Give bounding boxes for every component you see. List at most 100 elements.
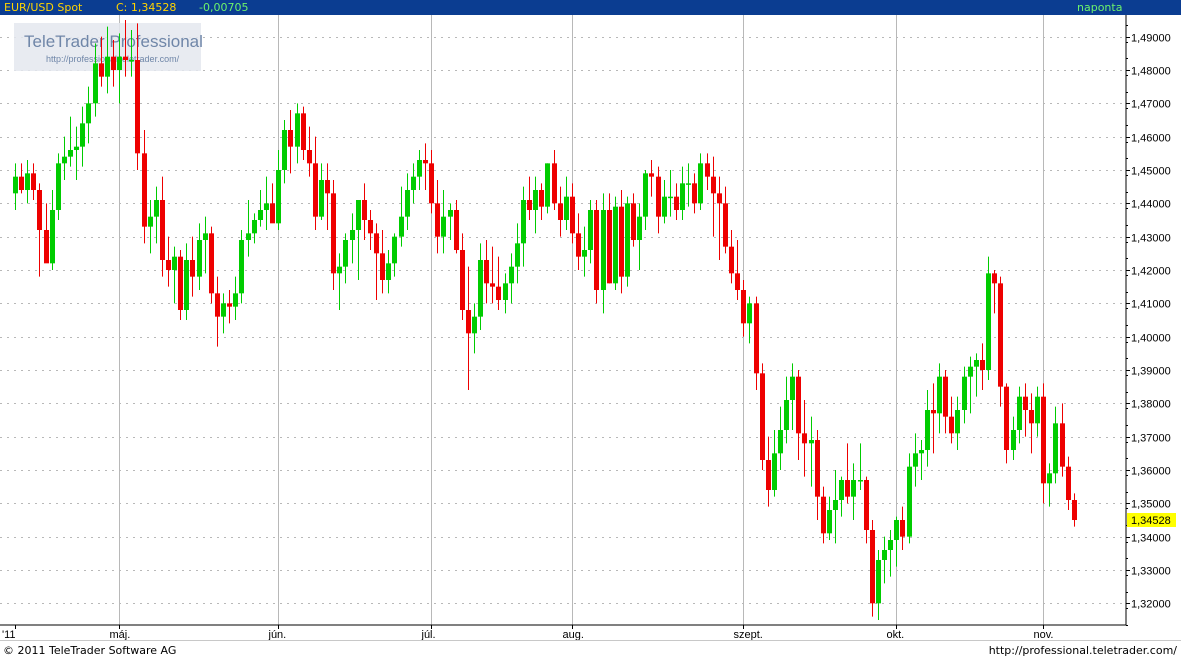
- last-price-label: 1,34528: [1131, 515, 1171, 527]
- x-tick-label: nov.: [1034, 629, 1054, 640]
- candle-body: [882, 550, 887, 560]
- candle-body: [625, 203, 630, 277]
- candle-body: [123, 56, 128, 60]
- candle-body: [545, 163, 550, 207]
- candle-body: [454, 210, 459, 250]
- candle-body: [717, 193, 722, 204]
- candle-body: [1023, 396, 1028, 410]
- candle-body: [613, 206, 618, 284]
- candle-body: [392, 236, 397, 264]
- candle-body: [142, 153, 147, 227]
- candle-body: [319, 180, 324, 217]
- candle-body: [931, 410, 936, 414]
- candle-body: [937, 376, 942, 414]
- y-tick-label: 1,43000: [1131, 233, 1171, 245]
- candle-body: [711, 176, 716, 194]
- candle-body: [417, 160, 422, 177]
- candle-body: [723, 203, 728, 247]
- candle-body: [343, 240, 348, 267]
- candle-body: [1041, 396, 1046, 484]
- candle-body: [949, 416, 954, 434]
- candle-body: [111, 56, 116, 70]
- candle-body: [998, 283, 1003, 387]
- candle-body: [307, 150, 312, 164]
- candle-body: [374, 233, 379, 254]
- candle-body: [117, 56, 122, 70]
- candle-body: [350, 230, 355, 240]
- candle-body: [197, 240, 202, 277]
- candle-body: [619, 206, 624, 277]
- candle-body: [227, 303, 232, 307]
- candle-body: [539, 190, 544, 207]
- candle-body: [148, 216, 153, 227]
- candle-body: [980, 360, 985, 370]
- x-tick-label: okt.: [887, 629, 905, 640]
- y-axis: 1,32000 1,33000 1,34000 1,35000 1,36000 1,370…: [1126, 25, 1171, 626]
- candle-body: [631, 203, 636, 240]
- candle-body: [509, 266, 514, 284]
- x-tick-label: jún.: [268, 629, 287, 640]
- candle-body: [503, 283, 508, 300]
- candle-body: [282, 130, 287, 170]
- candle-body: [968, 366, 973, 377]
- candle-body: [564, 196, 569, 220]
- candle-body: [974, 360, 979, 367]
- y-tick-label: 1,49000: [1131, 33, 1171, 45]
- y-tick-label: 1,46000: [1131, 133, 1171, 145]
- candle-body: [1072, 500, 1077, 520]
- candle-body: [301, 113, 306, 150]
- candle-body: [37, 190, 42, 230]
- x-tick-label: júl.: [421, 629, 436, 640]
- candle-body: [692, 183, 697, 204]
- candle-body: [172, 256, 177, 270]
- candle-body: [747, 303, 752, 324]
- website-link[interactable]: http://professional.teletrader.com/: [989, 644, 1177, 657]
- candle-body: [533, 190, 538, 210]
- candle-body: [986, 273, 991, 370]
- candle-body: [423, 160, 428, 164]
- candle-body: [594, 210, 599, 290]
- price-chart[interactable]: TeleTrader Professional http://professio…: [0, 15, 1181, 640]
- candle-body: [796, 376, 801, 434]
- candle-body: [870, 530, 875, 604]
- candle-body: [858, 480, 863, 482]
- candle-body: [429, 163, 434, 204]
- candle-body: [607, 210, 612, 284]
- candle-body: [62, 156, 67, 164]
- candle-body: [362, 200, 367, 220]
- candle-body: [766, 460, 771, 490]
- candle-body: [754, 303, 759, 374]
- candle-body: [356, 200, 361, 230]
- candle-body: [643, 173, 648, 217]
- candle-body: [258, 210, 263, 220]
- period-label[interactable]: naponta: [1077, 1, 1122, 14]
- candle-body: [1011, 430, 1016, 450]
- candle-body: [478, 260, 483, 317]
- y-tick-label: 1,39000: [1131, 366, 1171, 378]
- candle-body: [521, 200, 526, 244]
- candle-body: [955, 410, 960, 434]
- candle-body: [588, 210, 593, 250]
- candle-body: [674, 196, 679, 210]
- candle-body: [778, 430, 783, 454]
- candle-body: [876, 560, 881, 604]
- candle-body: [1060, 423, 1065, 467]
- candle-body: [13, 176, 18, 194]
- x-axis: '11 máj. jún. júl. aug. szept. okt. nov.: [2, 625, 1053, 640]
- candle-body: [992, 273, 997, 284]
- candle-body: [209, 233, 214, 294]
- candle-body: [790, 376, 795, 400]
- candle-body: [368, 220, 373, 234]
- candle-body: [815, 440, 820, 497]
- candle-body: [760, 373, 765, 460]
- candle-body: [135, 60, 140, 154]
- y-tick-label: 1,44000: [1131, 199, 1171, 211]
- candle-body: [833, 500, 838, 510]
- plot-area: [0, 15, 1126, 625]
- candle-body: [221, 303, 226, 317]
- candle-body: [741, 290, 746, 324]
- candle-body: [80, 123, 85, 147]
- candle-body: [448, 210, 453, 217]
- candle-body: [264, 203, 269, 210]
- candle-body: [515, 243, 520, 267]
